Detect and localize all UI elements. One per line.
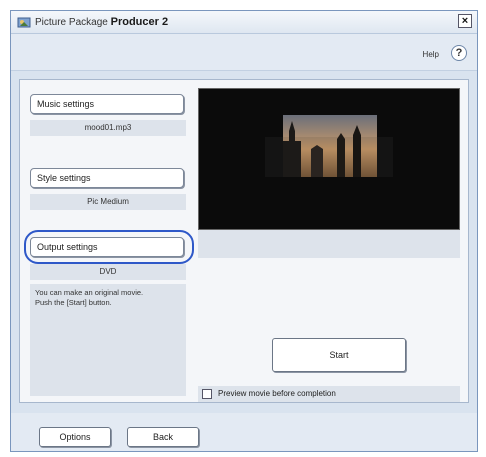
style-settings-button[interactable]: Style settings xyxy=(30,168,184,188)
close-icon[interactable]: × xyxy=(458,14,472,28)
style-settings-value: Pic Medium xyxy=(30,194,186,210)
music-settings-value: mood01.mp3 xyxy=(30,120,186,136)
options-button[interactable]: Options xyxy=(39,427,111,447)
preview-screen xyxy=(198,88,460,230)
main-panel: Music settings mood01.mp3 Style settings… xyxy=(19,79,469,403)
output-settings-button[interactable]: Output settings xyxy=(30,237,184,257)
preview-footer xyxy=(198,230,460,258)
preview-thumbnail xyxy=(265,115,393,203)
help-link[interactable]: Help xyxy=(423,50,439,59)
title-prefix: Picture Package xyxy=(35,17,108,28)
help-question-icon[interactable]: ? xyxy=(451,45,467,61)
preview-checkbox[interactable] xyxy=(202,389,212,399)
info-line: You can make an original movie. xyxy=(35,288,144,297)
preview-option-row: Preview movie before completion xyxy=(198,386,460,402)
title-product: Producer 2 xyxy=(110,16,169,28)
producer-window: Picture Package Producer 2 × Help ? Musi… xyxy=(10,10,478,452)
footer-bar: Options Back xyxy=(11,413,477,451)
window-title: Picture Package Producer 2 xyxy=(35,16,168,28)
toolbar: Help ? xyxy=(11,34,477,71)
info-message: You can make an original movie. Push the… xyxy=(30,284,186,396)
music-settings-button[interactable]: Music settings xyxy=(30,94,184,114)
start-button[interactable]: Start xyxy=(272,338,406,372)
back-button[interactable]: Back xyxy=(127,427,199,447)
info-line: Push the [Start] button. xyxy=(35,298,112,307)
preview-checkbox-label[interactable]: Preview movie before completion xyxy=(218,386,336,402)
output-settings-value: DVD xyxy=(30,264,186,280)
title-bar[interactable]: Picture Package Producer 2 × xyxy=(11,11,477,34)
app-icon xyxy=(17,17,31,28)
